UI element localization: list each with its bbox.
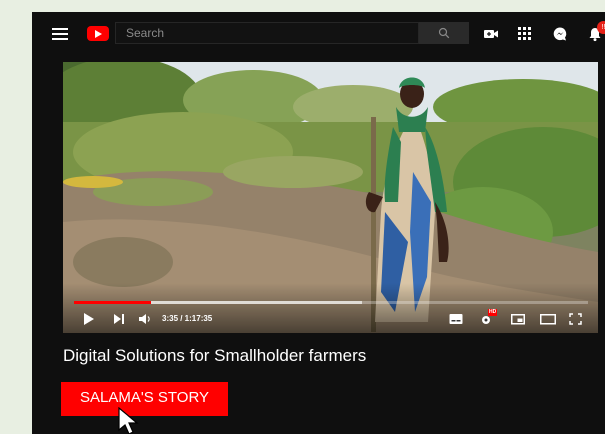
search-icon: [438, 27, 450, 39]
miniplayer-icon[interactable]: [511, 313, 525, 325]
fullscreen-icon[interactable]: [569, 313, 582, 325]
messages-icon[interactable]: [552, 26, 568, 42]
notification-badge: !!: [597, 21, 605, 34]
subtitles-icon[interactable]: [449, 313, 463, 325]
search-input[interactable]: Search: [115, 22, 419, 44]
cursor-icon: [118, 407, 139, 434]
theater-icon[interactable]: [540, 313, 556, 325]
story-button[interactable]: SALAMA'S STORY: [61, 382, 228, 416]
youtube-logo[interactable]: [87, 26, 109, 41]
hd-badge: HD: [488, 309, 498, 316]
top-bar: Search !!: [32, 12, 605, 56]
search-button[interactable]: [419, 22, 469, 44]
progress-bar[interactable]: [74, 301, 588, 304]
next-icon[interactable]: [113, 313, 125, 325]
apps-grid-icon[interactable]: [518, 27, 531, 40]
menu-icon[interactable]: [52, 28, 68, 40]
time-display: 3:35 / 1:17:35: [162, 314, 213, 323]
played-bar: [74, 301, 151, 304]
play-icon[interactable]: [83, 313, 95, 325]
video-camera-icon[interactable]: [483, 26, 499, 42]
app-window: Search !!: [32, 12, 605, 434]
video-player[interactable]: 3:35 / 1:17:35 HD: [63, 62, 598, 333]
volume-icon[interactable]: [139, 313, 152, 325]
video-title: Digital Solutions for Smallholder farmer…: [63, 346, 367, 365]
controls-overlay: [63, 283, 598, 333]
